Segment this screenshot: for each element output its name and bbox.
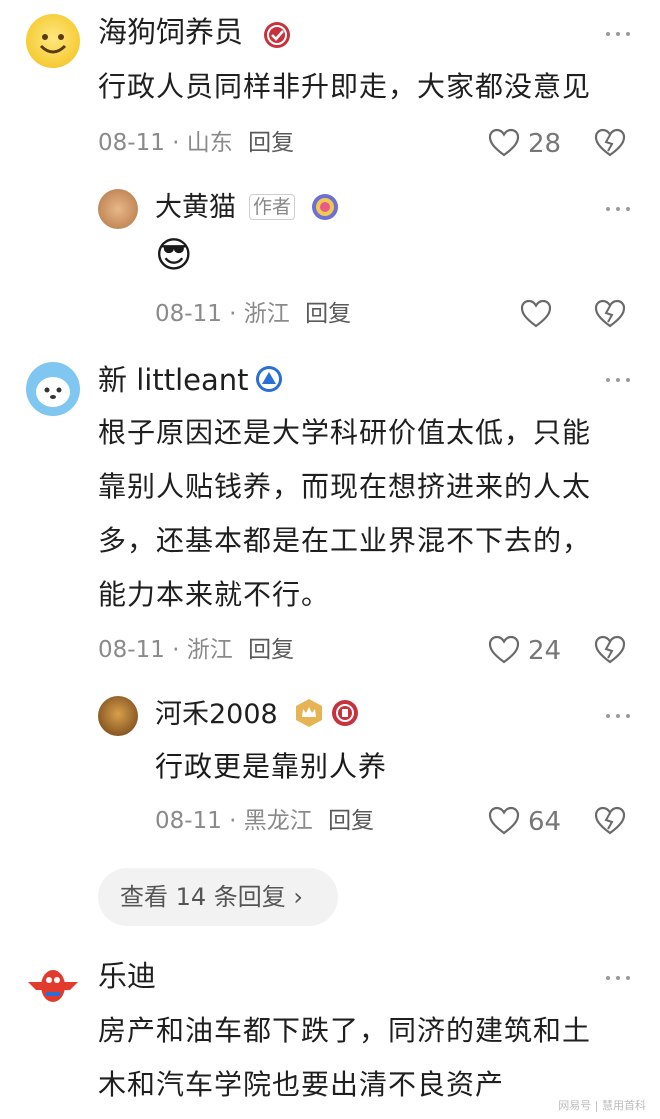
dislike-heart-icon[interactable] xyxy=(594,635,626,665)
avatar[interactable] xyxy=(98,189,138,229)
comment-line: 行政人员同样非升即走，大家都没意见 xyxy=(98,70,592,103)
comment-date: 08-11 xyxy=(98,130,165,156)
username[interactable]: 河禾2008 xyxy=(155,697,278,733)
username[interactable]: 海狗饲养员 xyxy=(98,14,243,50)
reply-button[interactable]: 回复 xyxy=(328,808,374,834)
airplane-character-icon xyxy=(28,970,78,1002)
dislike-heart-icon[interactable] xyxy=(594,128,626,158)
emoji-reply: 😎 xyxy=(155,235,193,276)
comment-text: 房产和油车都下跌了，同济的建筑和土 木和汽车学院也要出清不良资产 xyxy=(98,1004,643,1112)
heart-icon[interactable] xyxy=(520,299,552,329)
reply-button[interactable]: 回复 xyxy=(248,130,294,156)
verified-badge-icon xyxy=(264,22,290,48)
comment-meta: 08-11 · 山东 回复 xyxy=(98,128,294,158)
meta-separator: · xyxy=(229,301,244,327)
watermark: 网易号 | 慧用首科 xyxy=(558,1099,646,1112)
more-options-icon[interactable] xyxy=(606,30,632,38)
comment-line: 多，还基本都是在工业界混不下去的， xyxy=(98,524,592,557)
more-options-icon[interactable] xyxy=(606,712,632,720)
comment-location: 浙江 xyxy=(243,301,290,327)
avatar[interactable] xyxy=(26,362,80,416)
comment-location: 黑龙江 xyxy=(243,808,313,834)
view-more-replies-button[interactable]: 查看 14 条回复 › xyxy=(98,868,338,926)
more-options-icon[interactable] xyxy=(606,974,632,982)
comment-line: 能力本来就不行。 xyxy=(98,578,331,611)
heart-icon[interactable] xyxy=(488,806,520,836)
username[interactable]: 乐迪 xyxy=(98,958,156,994)
comment-meta: 08-11 · 浙江 回复 xyxy=(98,635,294,665)
comment-text: 根子原因还是大学科研价值太低，只能 靠别人贴钱养，而现在想挤进来的人太 多，还基… xyxy=(98,406,643,622)
like-count: 64 xyxy=(528,807,562,837)
comment-line: 根子原因还是大学科研价值太低，只能 xyxy=(98,416,592,449)
comment-location: 山东 xyxy=(186,130,233,156)
reply-button[interactable]: 回复 xyxy=(305,301,351,327)
meta-separator: · xyxy=(172,130,187,156)
comment-text: 行政人员同样非升即走，大家都没意见 xyxy=(98,60,638,114)
like-count: 24 xyxy=(528,636,562,666)
more-options-icon[interactable] xyxy=(606,376,632,384)
comment-line: 靠别人贴钱养，而现在想挤进来的人太 xyxy=(98,470,592,503)
username[interactable]: 新 littleant xyxy=(98,362,249,398)
comment-location: 浙江 xyxy=(186,637,233,663)
author-tag: 作者 xyxy=(249,194,296,220)
dog-face-icon xyxy=(36,377,70,407)
comment-date: 08-11 xyxy=(98,637,165,663)
heart-icon[interactable] xyxy=(488,635,520,665)
dislike-heart-icon[interactable] xyxy=(594,806,626,836)
crown-badge-icon xyxy=(296,699,322,727)
more-options-icon[interactable] xyxy=(606,205,632,213)
level-badge-icon xyxy=(312,194,338,220)
level-badge-icon xyxy=(256,366,282,392)
comment-date: 08-11 xyxy=(155,808,222,834)
dislike-heart-icon[interactable] xyxy=(594,299,626,329)
avatar[interactable] xyxy=(26,958,80,1012)
avatar[interactable] xyxy=(98,696,138,736)
smile-face-icon xyxy=(39,34,67,54)
reply-button[interactable]: 回复 xyxy=(248,637,294,663)
comment-line: 房产和油车都下跌了，同济的建筑和土 xyxy=(98,1014,592,1047)
meta-separator: · xyxy=(229,808,244,834)
username[interactable]: 大黄猫 xyxy=(155,190,236,226)
comment-meta: 08-11 · 浙江 回复 xyxy=(155,299,351,329)
comment-date: 08-11 xyxy=(155,301,222,327)
avatar[interactable] xyxy=(26,14,80,68)
level-badge-icon xyxy=(332,700,358,726)
heart-icon[interactable] xyxy=(488,128,520,158)
reply-text: 行政更是靠别人养 xyxy=(155,750,388,783)
like-count: 28 xyxy=(528,129,562,159)
meta-separator: · xyxy=(172,637,187,663)
comment-meta: 08-11 · 黑龙江 回复 xyxy=(155,806,374,836)
